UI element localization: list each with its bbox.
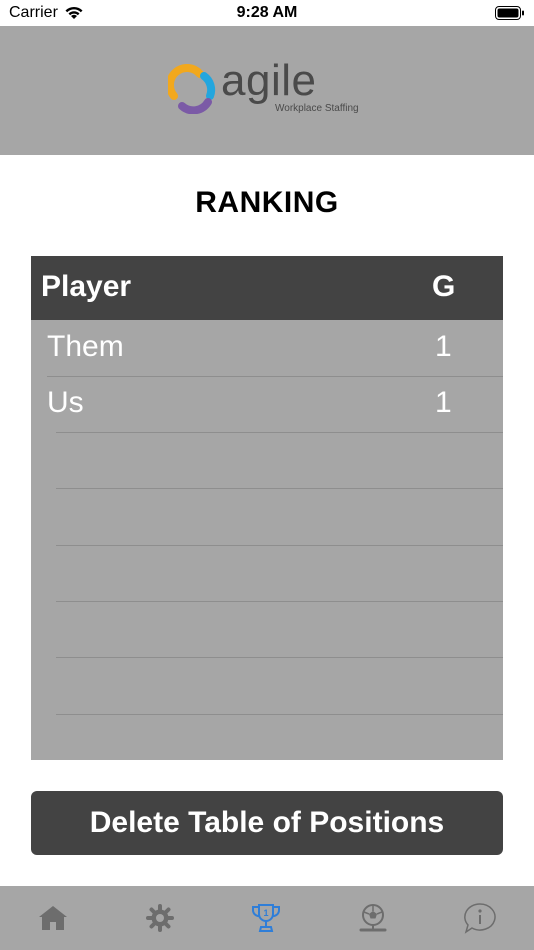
row-divider bbox=[56, 488, 503, 489]
player-name: Us bbox=[47, 386, 84, 419]
table-row[interactable]: Us 1 bbox=[31, 376, 503, 432]
page-title: RANKING bbox=[195, 186, 339, 219]
ranking-table[interactable]: Player G Them 1 Us 1 bbox=[31, 256, 503, 760]
tab-home[interactable] bbox=[0, 886, 106, 950]
trophy-icon: 1 bbox=[251, 904, 281, 932]
logo-mark-icon bbox=[168, 64, 216, 114]
soccer-ball-icon bbox=[359, 904, 387, 932]
player-g: 1 bbox=[435, 330, 452, 363]
battery-icon bbox=[495, 6, 525, 25]
home-icon bbox=[39, 906, 67, 930]
tab-settings[interactable] bbox=[107, 886, 213, 950]
row-divider bbox=[56, 545, 503, 546]
delete-table-button[interactable]: Delete Table of Positions bbox=[31, 791, 503, 855]
tab-info[interactable] bbox=[427, 886, 533, 950]
tab-bar: 1 bbox=[0, 886, 534, 950]
column-header-g: G bbox=[432, 270, 456, 303]
column-header-player: Player bbox=[41, 270, 132, 303]
player-g: 1 bbox=[435, 386, 452, 419]
status-bar: Carrier 9:28 AM bbox=[0, 0, 534, 26]
tab-ranking[interactable]: 1 bbox=[213, 886, 319, 950]
logo-word: agile bbox=[221, 56, 317, 105]
row-divider bbox=[56, 657, 503, 658]
app-header: agile Workplace Staffing bbox=[0, 26, 534, 155]
table-row[interactable]: Them 1 bbox=[31, 320, 503, 376]
row-divider bbox=[56, 432, 503, 433]
svg-text:1: 1 bbox=[263, 908, 268, 918]
player-name: Them bbox=[47, 330, 124, 363]
agile-logo: agile Workplace Staffing bbox=[168, 56, 368, 122]
row-divider bbox=[56, 714, 503, 715]
table-header: Player G bbox=[31, 256, 503, 320]
logo-subtitle: Workplace Staffing bbox=[275, 103, 359, 114]
info-bubble-icon bbox=[464, 903, 496, 934]
gear-icon bbox=[146, 904, 174, 932]
row-divider bbox=[56, 601, 503, 602]
status-time: 9:28 AM bbox=[236, 4, 298, 21]
tab-match[interactable] bbox=[320, 886, 426, 950]
